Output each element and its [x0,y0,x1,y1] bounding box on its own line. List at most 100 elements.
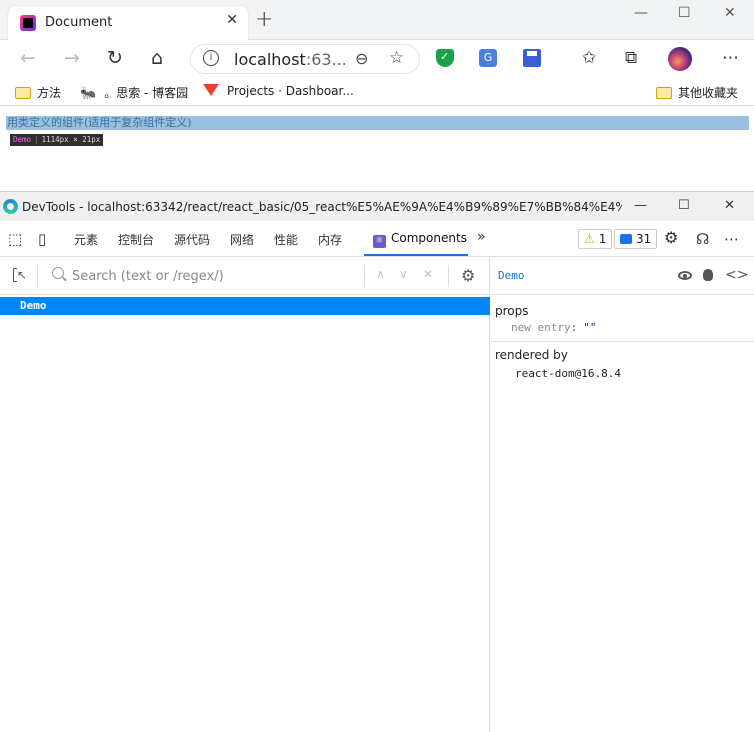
inspect-tooltip: Demo | 1114px × 21px [10,134,104,146]
tab-elements[interactable]: 元素 [74,231,98,248]
search-icon [52,267,64,279]
bookmark-label: 其他收藏夹 [678,86,739,100]
warning-icon: ⚠ [584,232,595,246]
shield-extension-icon[interactable] [436,49,454,67]
tab-sources[interactable]: 源代码 [174,231,210,248]
translate-extension-icon[interactable]: G [479,49,497,67]
home-icon[interactable]: ⌂ [151,48,163,68]
rendered-by-value: react-dom@16.8.4 [515,367,621,380]
browser-toolbar: ← → ↻ ⌂ i localhost:63... ⊖ ☆ G ✩ ⧉ ⋯ [0,40,754,78]
tree-node-demo[interactable]: Demo [0,297,490,315]
add-favorite-icon[interactable]: ☆ [389,48,404,68]
tab-components[interactable]: ⚛ Components [373,231,467,248]
device-toolbar-icon[interactable]: ▯ [38,230,46,248]
devtools-maximize-button[interactable]: ☐ [678,198,690,213]
devtools-tabbar: ⬚ ▯ 元素 控制台 源代码 网络 性能 内存 ⚛ Components » ⚠ 1… [0,221,754,257]
save-extension-icon[interactable] [523,49,541,67]
tab-document[interactable]: Document ✕ [8,6,248,40]
tab-performance[interactable]: 性能 [274,231,298,248]
prop-value[interactable]: "" [583,321,596,334]
view-source-code-icon[interactable]: <> [725,267,748,283]
minimize-button[interactable]: — [634,5,648,21]
url-text: localhost:63... [234,50,347,69]
active-tab-indicator [364,254,468,256]
url-port: :63... [305,50,347,69]
ant-icon: 🐜 [80,86,97,101]
devtools-titlebar: DevTools - localhost:63342/react/react_b… [0,191,754,221]
bookmark-item[interactable]: Projects · Dashboar... [203,84,354,98]
tab-title: Document [45,15,113,30]
zoom-icon[interactable]: ⊖ [355,49,368,68]
devtools-close-button[interactable]: ✕ [724,198,735,213]
maximize-button[interactable]: ☐ [678,5,691,21]
inspect-dom-eye-icon[interactable] [678,271,692,280]
tab-strip: Document ✕ + — ☐ ✕ [0,0,754,40]
details-header: Demo <> [491,257,754,295]
tooltip-size: 1114px × 21px [41,135,101,144]
more-tabs-icon[interactable]: » [477,229,486,245]
component-details-pane: Demo <> props new entry: "" rendered by r… [491,257,754,732]
select-element-icon[interactable] [13,268,28,282]
react-icon: ⚛ [373,235,386,248]
warnings-badge[interactable]: ⚠ 1 [578,229,613,249]
page-content: 用类定义的组件(适用于复杂组件定义) Demo | 1114px × 21px [0,107,754,191]
rendered-by-title: rendered by [495,348,568,362]
divider [37,265,38,287]
messages-count: 31 [636,232,652,246]
divider [491,341,754,342]
bookmark-item[interactable]: 方法 [15,84,61,101]
prop-row[interactable]: new entry: "" [511,321,596,334]
url-host: localhost [234,50,306,69]
tab-console[interactable]: 控制台 [118,231,154,248]
tooltip-component-name: Demo [13,135,32,144]
chevron-down-icon[interactable]: ∨ [399,267,408,281]
back-arrow-icon[interactable]: ← [20,48,36,68]
folder-icon [656,87,672,99]
edge-icon [3,199,18,214]
feedback-icon[interactable]: ☊ [696,230,709,248]
messages-badge[interactable]: 31 [614,229,658,249]
collections-icon[interactable]: ⧉ [625,48,637,68]
component-tree-pane: ∧ ∨ ✕ ⚙ Demo [0,257,490,732]
message-icon [620,234,632,244]
new-tab-button[interactable]: + [255,9,273,31]
devtools-title: DevTools - localhost:63342/react/react_b… [22,200,622,214]
clear-search-icon[interactable]: ✕ [423,267,433,281]
selected-component-name: Demo [498,269,525,282]
devtools-minimize-button[interactable]: — [634,198,647,213]
inspect-element-icon[interactable]: ⬚ [8,230,22,248]
forward-arrow-icon[interactable]: → [64,48,80,68]
bookmark-label: 方法 [37,86,62,100]
props-section-title: props [495,304,529,318]
bookmark-label: Projects · Dashboar... [227,84,354,98]
other-bookmarks[interactable]: 其他收藏夹 [656,84,738,101]
page-text: 用类定义的组件(适用于复杂组件定义) [6,116,749,130]
address-bar[interactable]: i localhost:63... ⊖ ☆ [190,44,420,74]
prop-key[interactable]: new entry [511,321,571,334]
bookmark-label: 。思索 - 博客园 [104,86,189,100]
bookmark-item[interactable]: 🐜 。思索 - 博客园 [80,84,188,101]
component-search-bar: ∧ ∨ ✕ ⚙ [0,257,490,295]
divider [448,265,449,287]
tab-components-label: Components [391,231,467,245]
site-info-icon[interactable]: i [203,50,219,66]
webstorm-icon [20,15,36,31]
components-settings-icon[interactable]: ⚙ [461,266,475,285]
divider [364,265,365,287]
gitlab-icon [203,84,219,96]
chevron-up-icon[interactable]: ∧ [376,267,385,281]
bookmarks-bar: 方法 🐜 。思索 - 博客园 Projects · Dashboar... 其他收… [0,78,754,106]
profile-avatar[interactable] [668,47,692,71]
folder-icon [15,87,31,99]
tab-network[interactable]: 网络 [230,231,254,248]
close-window-button[interactable]: ✕ [724,5,736,21]
favorites-icon[interactable]: ✩ [582,48,596,68]
refresh-icon[interactable]: ↻ [107,48,123,68]
tab-memory[interactable]: 内存 [318,231,342,248]
devtools-more-icon[interactable]: ⋯ [724,230,739,248]
log-bug-icon[interactable] [703,269,713,281]
close-tab-icon[interactable]: ✕ [226,12,238,28]
more-icon[interactable]: ⋯ [722,48,739,68]
search-input[interactable] [72,266,352,286]
settings-gear-icon[interactable]: ⚙ [664,228,678,247]
